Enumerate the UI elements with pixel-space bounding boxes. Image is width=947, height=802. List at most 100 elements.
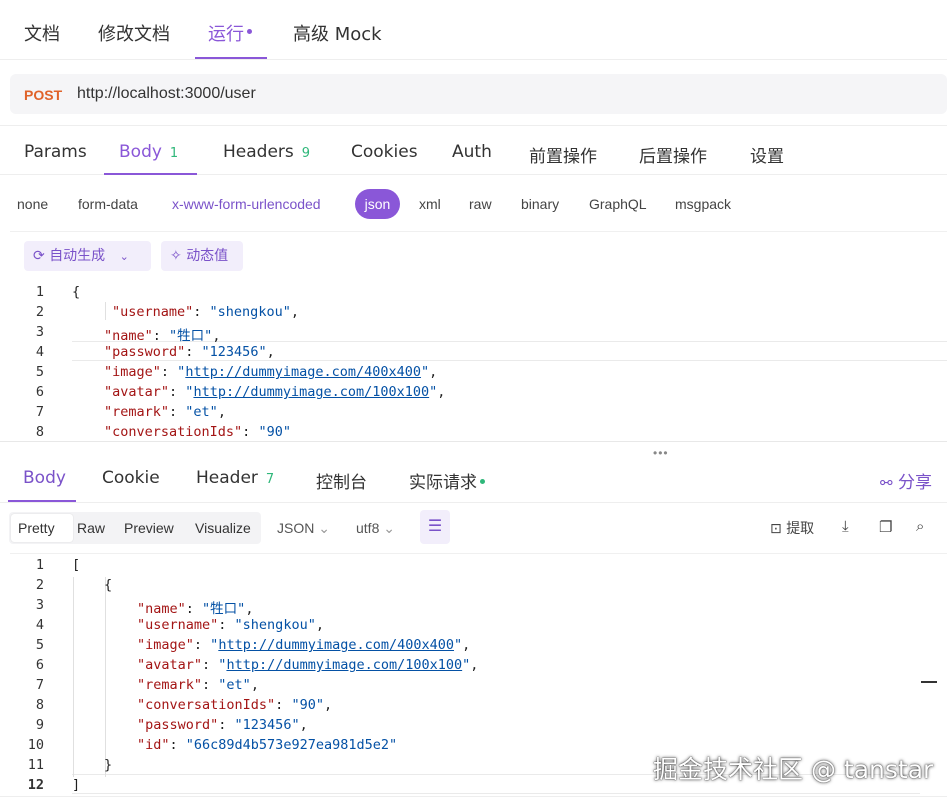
res-tab-body[interactable]: Body (23, 468, 66, 488)
line-number: 2 (35, 577, 44, 593)
tab-edit-docs[interactable]: 修改文档 (98, 20, 170, 46)
copy-icon[interactable]: ❐ (879, 518, 892, 536)
res-header-count-badge: 7 (265, 472, 275, 487)
view-preview[interactable]: Preview (124, 520, 174, 536)
body-type-xml[interactable]: xml (419, 196, 441, 212)
format-value: JSON (277, 520, 315, 536)
code-line: "remark": "et", (137, 677, 259, 693)
code-line: { (72, 284, 81, 300)
response-tabs: Body Cookie Header 7 控制台 实际请求 ⚯ 分享 (0, 455, 947, 503)
tab-post-script[interactable]: 后置操作 (639, 142, 707, 167)
view-pretty[interactable]: Pretty (18, 520, 55, 536)
image-url-link[interactable]: http://dummyimage.com/400x400 (218, 637, 454, 653)
line-number: 8 (35, 424, 44, 440)
indent-guide (105, 577, 106, 777)
body-type-json[interactable]: json (355, 189, 400, 219)
body-type-urlencoded[interactable]: x-www-form-urlencoded (172, 196, 321, 212)
avatar-url-link[interactable]: http://dummyimage.com/100x100 (193, 384, 429, 400)
res-tab-header-label: Header (196, 468, 258, 488)
line-number: 2 (35, 304, 44, 320)
request-tabs: Params Body 1 Headers 9 Cookies Auth 前置操作 … (0, 125, 947, 175)
res-tab-cookie[interactable]: Cookie (102, 468, 160, 488)
refresh-icon: ⟳ (33, 248, 45, 264)
tab-pre-script[interactable]: 前置操作 (529, 142, 597, 167)
avatar-url-link[interactable]: http://dummyimage.com/100x100 (226, 657, 462, 673)
code-line: "avatar": "http://dummyimage.com/100x100… (137, 657, 479, 673)
body-type-raw[interactable]: raw (469, 196, 492, 212)
code-line: "avatar": "http://dummyimage.com/100x100… (104, 384, 446, 400)
search-icon[interactable]: ⌕ (916, 518, 924, 535)
code-line: "username": "shengkou", (137, 617, 324, 633)
res-tab-underline (8, 500, 76, 502)
extract-icon: ⊡ (770, 521, 782, 537)
code-line: "id": "66c89d4b573e927ea981d5e2" (137, 737, 398, 753)
chevron-down-icon[interactable]: ⌄ (120, 250, 129, 263)
tab-headers-label: Headers (223, 142, 294, 162)
code-line: "image": "http://dummyimage.com/400x400"… (104, 364, 438, 380)
body-type-graphql[interactable]: GraphQL (589, 196, 647, 212)
code-line: "password": "123456", (104, 344, 275, 360)
chevron-down-icon: ⌄ (383, 520, 395, 536)
indent-guide (73, 577, 74, 777)
tab-body-label: Body (119, 142, 162, 162)
extract-button[interactable]: ⊡ 提取 (770, 518, 814, 538)
image-url-link[interactable]: http://dummyimage.com/400x400 (185, 364, 421, 380)
body-type-form-data[interactable]: form-data (78, 196, 138, 212)
line-number: 6 (35, 657, 44, 673)
res-tab-actual-label: 实际请求 (409, 473, 477, 493)
response-toolbar: Pretty Raw Preview Visualize JSON ⌄ utf8… (0, 510, 947, 546)
tab-docs[interactable]: 文档 (24, 20, 60, 46)
format-select[interactable]: JSON ⌄ (277, 520, 330, 537)
code-line: "name": "牲口", (137, 601, 254, 617)
extract-label: 提取 (786, 521, 815, 537)
download-icon[interactable]: ⤓ (842, 518, 849, 535)
scrollbar-marker[interactable] (921, 681, 937, 683)
line-number: 7 (35, 677, 44, 693)
tab-settings[interactable]: 设置 (750, 142, 784, 167)
active-tab-underline (195, 57, 267, 59)
tab-cookies[interactable]: Cookies (351, 142, 418, 162)
share-label: 分享 (897, 473, 932, 493)
code-line: "conversationIds": "90", (137, 697, 333, 713)
watermark: 掘金技术社区 @ tanstar (653, 755, 934, 784)
bottom-border (0, 796, 947, 802)
tab-run[interactable]: 运行 (208, 20, 252, 46)
line-number: 1 (35, 557, 44, 573)
tab-mock[interactable]: 高级 Mock (293, 20, 382, 46)
tab-headers[interactable]: Headers 9 (223, 142, 310, 162)
view-mode-segmented: Pretty Raw Preview Visualize (9, 512, 261, 544)
headers-count-badge: 9 (301, 146, 311, 161)
url-input[interactable]: http://localhost:3000/user (77, 85, 256, 103)
line-number: 9 (35, 717, 44, 733)
tab-auth[interactable]: Auth (452, 142, 492, 162)
res-tab-header[interactable]: Header 7 (196, 468, 274, 488)
line-number: 6 (35, 384, 44, 400)
dynamic-value-button[interactable]: ✧ 动态值 (161, 241, 243, 271)
divider (10, 231, 947, 232)
format-code-button[interactable]: ☰ (420, 510, 450, 544)
body-type-msgpack[interactable]: msgpack (675, 196, 731, 212)
line-number: 7 (35, 404, 44, 420)
share-button[interactable]: ⚯ 分享 (880, 468, 932, 493)
code-line: "conversationIds": "90" (104, 424, 291, 440)
status-dot (480, 478, 485, 484)
line-number: 8 (35, 697, 44, 713)
body-type-none[interactable]: none (17, 196, 48, 212)
pane-splitter[interactable]: ••• (0, 441, 947, 460)
chevron-down-icon: ⌄ (318, 520, 330, 536)
auto-generate-label: 自动生成 (49, 248, 106, 264)
auto-generate-button[interactable]: ⟳ 自动生成 ⌄ (24, 241, 151, 271)
line-number: 3 (35, 324, 44, 340)
tab-body[interactable]: Body 1 (119, 142, 178, 162)
tab-params[interactable]: Params (24, 142, 87, 162)
body-type-binary[interactable]: binary (521, 196, 559, 212)
code-line: "name": "牲口", (104, 328, 221, 344)
http-method[interactable]: POST (24, 87, 62, 103)
indent-guide (105, 302, 106, 320)
encoding-select[interactable]: utf8 ⌄ (356, 520, 395, 537)
view-raw[interactable]: Raw (77, 520, 105, 536)
res-tab-actual-request[interactable]: 实际请求 (409, 468, 485, 493)
res-tab-console[interactable]: 控制台 (316, 468, 367, 493)
url-bar[interactable]: POST http://localhost:3000/user (10, 74, 947, 114)
view-visualize[interactable]: Visualize (195, 520, 251, 536)
